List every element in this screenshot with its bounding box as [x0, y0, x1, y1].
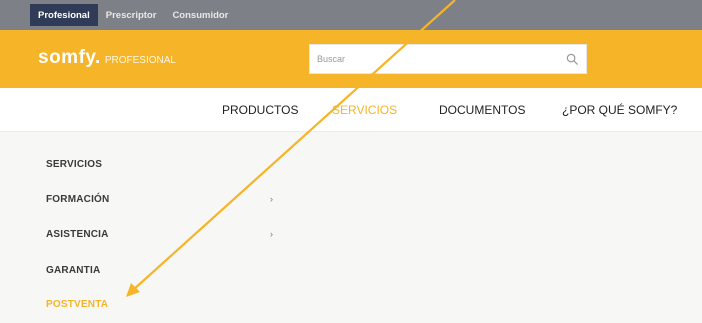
- nav-productos[interactable]: PRODUCTOS: [222, 103, 298, 117]
- menu-item-postventa[interactable]: POSTVENTA: [46, 299, 108, 310]
- brand-bar: somfy. PROFESIONAL: [0, 30, 702, 88]
- somfy-logo[interactable]: somfy. PROFESIONAL: [38, 47, 176, 69]
- tab-prescriptor[interactable]: Prescriptor: [98, 4, 165, 26]
- chevron-right-icon[interactable]: ›: [270, 229, 273, 239]
- main-nav: PRODUCTOS SERVICIOS DOCUMENTOS ¿POR QUÉ …: [0, 88, 702, 132]
- search-input[interactable]: [310, 45, 550, 73]
- nav-documentos[interactable]: DOCUMENTOS: [439, 103, 525, 117]
- menu-item-servicios[interactable]: SERVICIOS: [46, 159, 102, 170]
- audience-bar: Profesional Prescriptor Consumidor: [0, 0, 702, 30]
- search-box: [309, 44, 587, 74]
- tab-profesional[interactable]: Profesional: [30, 4, 98, 26]
- menu-item-formacion[interactable]: FORMACIÓN: [46, 194, 109, 205]
- menu-item-asistencia[interactable]: ASISTENCIA: [46, 229, 109, 240]
- tab-consumidor[interactable]: Consumidor: [164, 4, 236, 26]
- chevron-right-icon[interactable]: ›: [270, 194, 273, 204]
- nav-por-que-somfy[interactable]: ¿POR QUÉ SOMFY?: [562, 103, 677, 117]
- logo-sub: PROFESIONAL: [104, 55, 176, 66]
- search-icon[interactable]: [566, 53, 579, 66]
- logo-brand: somfy.: [38, 47, 101, 68]
- menu-item-garantia[interactable]: GARANTIA: [46, 265, 100, 276]
- page: Profesional Prescriptor Consumidor somfy…: [0, 0, 702, 323]
- nav-servicios[interactable]: SERVICIOS: [332, 103, 397, 117]
- side-menu: SERVICIOS FORMACIÓN › ASISTENCIA › GARAN…: [0, 132, 702, 323]
